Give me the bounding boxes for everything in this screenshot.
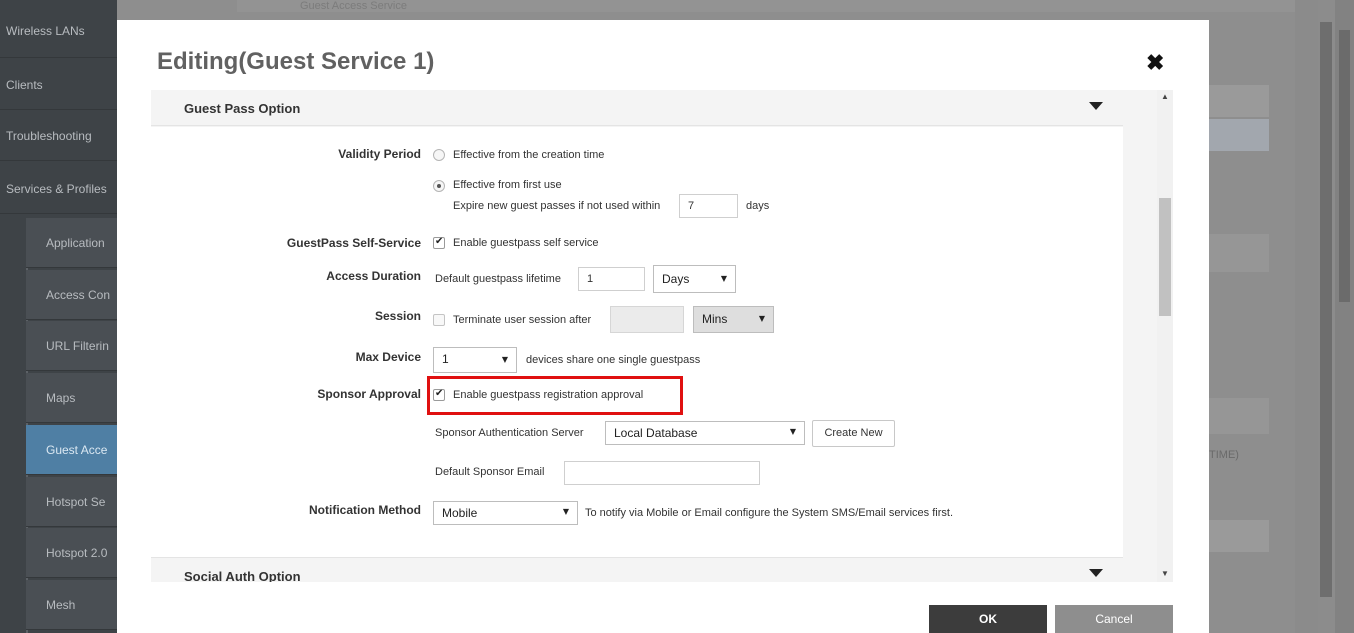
dropdown-arrow-icon: ▼: [758, 314, 765, 323]
create-new-button[interactable]: Create New: [812, 420, 895, 447]
guest-pass-option-label: Guest Pass Option: [184, 101, 301, 116]
validity-first-use-radio[interactable]: [433, 180, 445, 192]
terminate-session-checkbox[interactable]: [433, 314, 445, 326]
dropdown-arrow-icon: ▼: [720, 274, 727, 283]
background-sidebar: Wireless LANs Clients Troubleshooting Se…: [0, 0, 117, 633]
scroll-up-icon[interactable]: ▲: [1161, 92, 1169, 101]
background-scrollbar[interactable]: [1318, 0, 1335, 633]
max-device-value: 1: [442, 352, 449, 366]
terminate-session-label: Terminate user session after: [453, 314, 592, 326]
scroll-down-icon[interactable]: ▼: [1161, 569, 1169, 578]
background-row-selected: [1209, 119, 1269, 151]
background-scrollbar-thumb[interactable]: [1320, 22, 1332, 597]
sidebar-subitem-hotspot-2[interactable]: Hotspot 2.0: [26, 528, 117, 578]
panel-scrollbar[interactable]: ▲ ▼: [1157, 90, 1173, 582]
sidebar-subitem-access-control[interactable]: Access Con: [26, 270, 117, 320]
session-label: Session: [374, 309, 421, 323]
notification-method-select[interactable]: Mobile ▼: [433, 501, 578, 525]
sidebar-item-wireless-lans[interactable]: Wireless LANs: [0, 0, 117, 58]
validity-first-use-label: Effective from first use: [453, 179, 562, 191]
session-unit-select[interactable]: Mins ▼: [693, 306, 774, 333]
collapse-caret-icon[interactable]: [1089, 569, 1103, 577]
sponsor-auth-server-label: Sponsor Authentication Server: [435, 427, 584, 439]
social-auth-option-label: Social Auth Option: [184, 569, 301, 582]
background-row: [1209, 85, 1269, 117]
sidebar-subitem-hotspot-services[interactable]: Hotspot Se: [26, 477, 117, 527]
collapse-caret-icon[interactable]: [1089, 102, 1103, 110]
sponsor-auth-server-value: Local Database: [614, 426, 698, 440]
validity-creation-time-radio[interactable]: [433, 149, 445, 161]
guest-pass-option-header[interactable]: Guest Pass Option: [151, 90, 1123, 126]
ok-button[interactable]: OK: [929, 605, 1047, 633]
panel-scrollbar-thumb[interactable]: [1159, 198, 1171, 316]
sidebar-item-clients[interactable]: Clients: [0, 60, 117, 110]
background-page-header: Guest Access Service: [300, 0, 407, 12]
sidebar-subitem-guest-access[interactable]: Guest Acce: [26, 425, 117, 475]
self-service-checkbox-label: Enable guestpass self service: [453, 237, 599, 249]
sponsor-email-input[interactable]: [564, 461, 760, 485]
guest-pass-option-content: Validity Period Effective from the creat…: [151, 127, 1123, 557]
max-device-select[interactable]: 1 ▼: [433, 347, 517, 373]
window-scrollbar-thumb[interactable]: [1339, 30, 1350, 302]
notification-method-value: Mobile: [442, 506, 478, 520]
lifetime-label: Default guestpass lifetime: [435, 273, 561, 285]
sidebar-subitem-maps[interactable]: Maps: [26, 373, 117, 423]
self-service-label: GuestPass Self-Service: [286, 236, 421, 250]
background-section: [1209, 234, 1269, 272]
edit-guest-service-dialog: Editing(Guest Service 1) ✖ Guest Pass Op…: [117, 20, 1209, 633]
validity-creation-time-label: Effective from the creation time: [453, 149, 605, 161]
lifetime-unit-value: Days: [662, 272, 690, 286]
max-device-suffix: devices share one single guestpass: [526, 354, 701, 366]
expire-days-unit: days: [746, 200, 770, 212]
dropdown-arrow-icon: ▼: [789, 427, 796, 436]
session-unit-value: Mins: [702, 312, 728, 326]
sidebar-item-troubleshooting[interactable]: Troubleshooting: [0, 111, 117, 161]
close-icon[interactable]: ✖: [1146, 50, 1164, 76]
dialog-title: Editing(Guest Service 1): [157, 48, 435, 75]
lifetime-unit-select[interactable]: Days ▼: [653, 265, 736, 293]
sponsor-email-label: Default Sponsor Email: [435, 466, 545, 478]
dropdown-arrow-icon: ▼: [562, 507, 569, 516]
expire-unused-label: Expire new guest passes if not used with…: [453, 200, 661, 212]
sponsor-auth-server-select[interactable]: Local Database ▼: [605, 421, 805, 445]
dropdown-arrow-icon: ▼: [501, 355, 508, 364]
background-row: [1209, 520, 1269, 552]
cancel-button[interactable]: Cancel: [1055, 605, 1173, 633]
sponsor-approval-checkbox[interactable]: [433, 388, 445, 401]
sidebar-item-services-profiles[interactable]: Services & Profiles: [0, 164, 117, 214]
validity-period-label: Validity Period: [338, 147, 421, 161]
self-service-checkbox[interactable]: [433, 236, 445, 249]
sponsor-approval-checkbox-label: Enable guestpass registration approval: [453, 389, 644, 401]
sidebar-subitem-url-filtering[interactable]: URL Filterin: [26, 321, 117, 371]
social-auth-option-header[interactable]: Social Auth Option: [151, 557, 1123, 582]
notification-note: To notify via Mobile or Email configure …: [585, 507, 954, 519]
dialog-scroll-panel: Guest Pass Option Validity Period Effect…: [151, 90, 1173, 582]
sidebar-subitem-application[interactable]: Application: [26, 218, 117, 268]
max-device-label: Max Device: [355, 350, 421, 364]
expire-days-input[interactable]: 7: [679, 194, 738, 218]
terminate-session-input[interactable]: [610, 306, 684, 333]
access-duration-label: Access Duration: [326, 269, 421, 283]
background-section: [1209, 398, 1269, 434]
notification-method-label: Notification Method: [309, 503, 421, 517]
window-scrollbar[interactable]: [1335, 0, 1354, 633]
sponsor-approval-label: Sponsor Approval: [317, 387, 421, 401]
lifetime-input[interactable]: 1: [578, 267, 645, 291]
sidebar-subitem-mesh[interactable]: Mesh: [26, 580, 117, 630]
background-column-text: TIME): [1209, 449, 1239, 461]
